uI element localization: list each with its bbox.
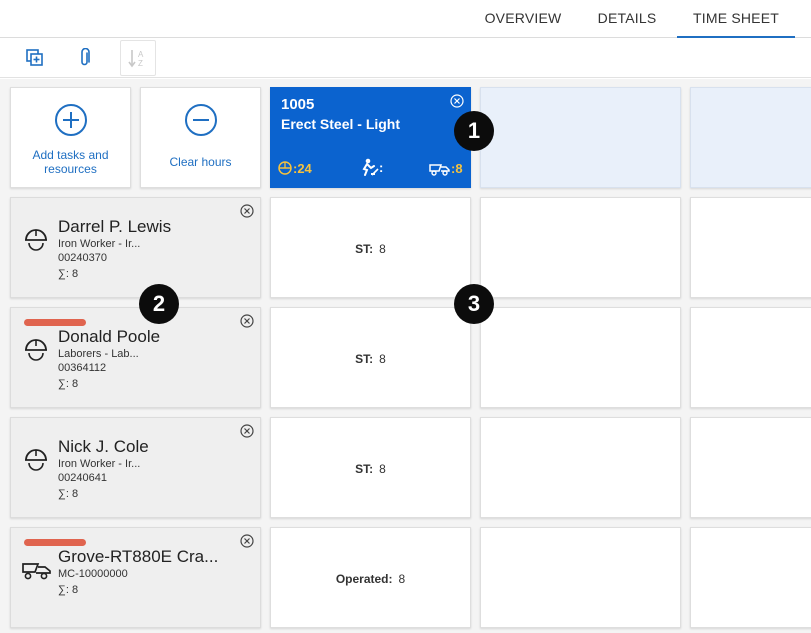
resource-card[interactable]: Donald Poole Laborers - Lab... 00364112 …	[10, 307, 261, 408]
resource-role: Iron Worker - Ir...	[58, 458, 141, 470]
task-equipment-count: :8	[451, 160, 463, 176]
resource-name: Darrel P. Lewis	[58, 217, 172, 236]
hours-cell[interactable]: ST: 8	[270, 197, 471, 298]
resource-hours-sum: ∑: 8	[58, 268, 79, 280]
timesheet-grid: Add tasks and resources Clear hours 1005…	[0, 79, 811, 633]
resource-id: 00364112	[58, 362, 107, 374]
resource-role: Iron Worker - Ir...	[58, 238, 141, 250]
minus-circle-icon	[184, 104, 217, 136]
task-workers-stat: :24	[277, 160, 312, 176]
hours-cell[interactable]: Operated: 8	[270, 527, 471, 628]
sort-button[interactable]: A Z	[120, 40, 156, 76]
hours-cell-empty[interactable]	[690, 197, 811, 298]
task-slot-empty[interactable]	[480, 87, 681, 188]
resource-hours-sum: ∑: 8	[58, 488, 79, 500]
resource-id: 00240370	[58, 252, 107, 264]
hardhat-icon	[25, 229, 47, 251]
remove-resource-icon[interactable]	[240, 424, 254, 438]
hours-cell-empty[interactable]	[480, 197, 681, 298]
task-card[interactable]: 1005 Erect Steel - Light :24 ::8	[270, 87, 471, 188]
task-name: Erect Steel - Light	[281, 116, 401, 132]
hours-cell-empty[interactable]	[690, 307, 811, 408]
remove-resource-icon[interactable]	[240, 534, 254, 548]
callout-marker-3: 3	[454, 284, 494, 324]
clear-hours-button[interactable]: Clear hours	[140, 87, 261, 188]
resource-name: Donald Poole	[58, 327, 161, 346]
resource-hours-sum: ∑: 8	[58, 584, 79, 596]
status-flag	[24, 319, 86, 326]
hours-type: Operated:	[335, 572, 393, 586]
hours-cell-empty[interactable]	[690, 417, 811, 518]
resource-card[interactable]: Darrel P. Lewis Iron Worker - Ir... 0024…	[10, 197, 261, 298]
tab-overview[interactable]: OVERVIEW	[478, 0, 568, 38]
remove-resource-icon[interactable]	[240, 204, 254, 218]
status-flag	[24, 539, 86, 546]
sort-az-icon: A Z	[128, 50, 144, 68]
add-tasks-label: Add tasks and resources	[32, 148, 109, 176]
toolbar: A Z	[0, 38, 811, 78]
task-number: 1005	[281, 96, 315, 113]
digging-worker-icon	[362, 158, 379, 176]
resource-hours-sum: ∑: 8	[58, 378, 79, 390]
task-labor-value: :	[379, 159, 384, 175]
hours-value: 8	[379, 242, 386, 256]
clear-hours-label: Clear hours	[169, 155, 232, 169]
hours-cell-empty[interactable]	[690, 527, 811, 628]
add-copy-button[interactable]	[17, 40, 53, 76]
callout-marker-2: 2	[139, 284, 179, 324]
hours-type: ST:	[355, 352, 374, 366]
task-labor-stat: :	[359, 158, 383, 176]
hardhat-icon	[25, 339, 47, 361]
hardhat-icon	[25, 449, 47, 471]
attachment-button[interactable]	[67, 40, 103, 76]
hours-type: ST:	[355, 462, 374, 476]
hours-value: 8	[398, 572, 406, 586]
dump-truck-icon	[429, 164, 450, 176]
task-workers-count: :24	[293, 160, 312, 176]
svg-text:Z: Z	[138, 59, 143, 68]
plus-circle-icon	[54, 104, 87, 136]
hours-cell[interactable]: ST: 8	[270, 307, 471, 408]
hours-cell-empty[interactable]	[480, 527, 681, 628]
resource-card[interactable]: Grove-RT880E Cra... MC-10000000 ∑: 8	[10, 527, 261, 628]
resource-id: 00240641	[58, 472, 107, 484]
hours-value: 8	[379, 352, 386, 366]
hours-cell[interactable]: ST: 8	[270, 417, 471, 518]
remove-task-icon[interactable]	[450, 94, 464, 108]
hours-cell-empty[interactable]	[480, 417, 681, 518]
resource-id: MC-10000000	[58, 568, 128, 580]
dump-truck-icon	[22, 563, 51, 580]
resource-card[interactable]: Nick J. Cole Iron Worker - Ir... 0024064…	[10, 417, 261, 518]
resource-role: Laborers - Lab...	[58, 348, 139, 360]
task-equipment-stat: :8	[429, 160, 463, 176]
hours-type: ST:	[355, 242, 374, 256]
add-copy-icon	[26, 49, 43, 66]
resource-name: Nick J. Cole	[58, 437, 149, 456]
tab-bar: OVERVIEW DETAILS TIME SHEET	[0, 0, 811, 38]
add-tasks-resources-button[interactable]: Add tasks and resources	[10, 87, 131, 188]
attachment-icon	[81, 48, 90, 66]
svg-text:A: A	[138, 50, 144, 59]
tab-details[interactable]: DETAILS	[588, 0, 666, 38]
tab-time-sheet[interactable]: TIME SHEET	[677, 0, 795, 38]
callout-marker-1: 1	[454, 111, 494, 151]
hours-value: 8	[379, 462, 386, 476]
resource-name: Grove-RT880E Cra...	[58, 547, 219, 566]
task-slot-empty[interactable]	[690, 87, 811, 188]
hardhat-icon	[278, 161, 292, 175]
remove-resource-icon[interactable]	[240, 314, 254, 328]
hours-cell-empty[interactable]	[480, 307, 681, 408]
